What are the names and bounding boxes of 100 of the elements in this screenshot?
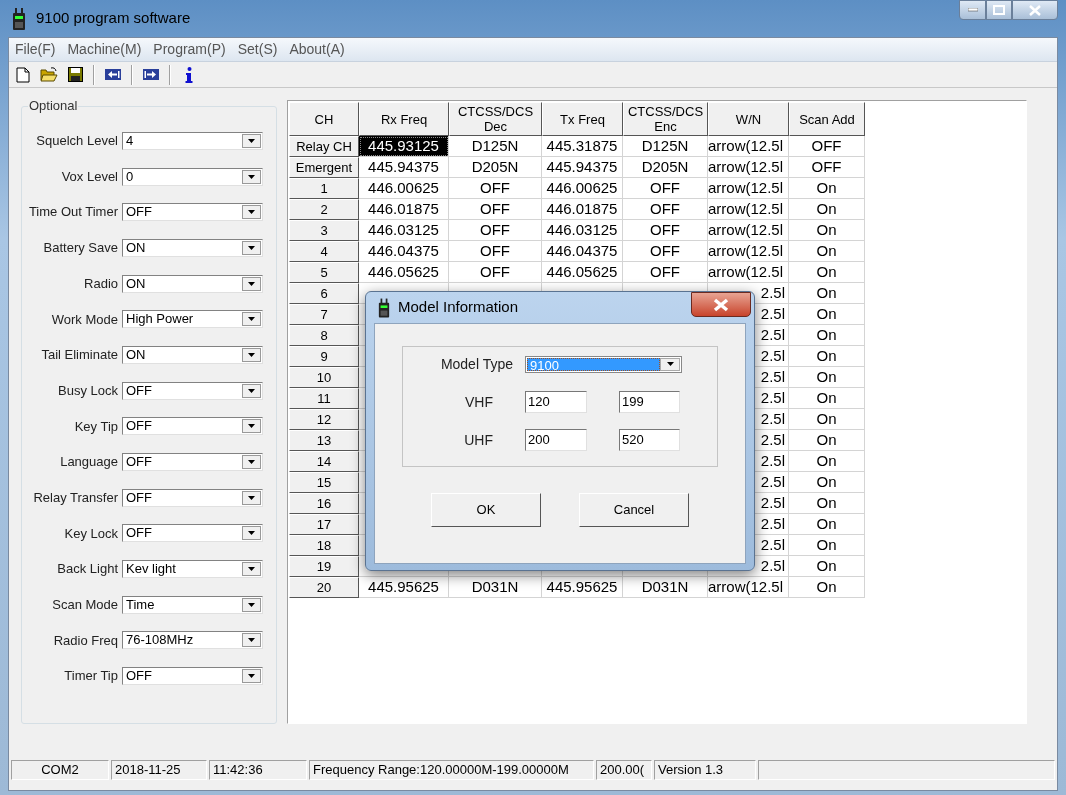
dropdown-value: 0 (125, 169, 135, 184)
option-dropdown[interactable]: Kev light (122, 560, 263, 579)
column-header[interactable]: CTCSS/DCS Dec (449, 102, 542, 136)
table-cell: OFF (650, 178, 680, 198)
row-header[interactable]: 16 (289, 493, 359, 514)
table-cell: 2.5l (760, 535, 785, 555)
option-dropdown[interactable]: High Power (122, 310, 263, 329)
table-cell: On (816, 493, 837, 513)
table-cell: On (816, 577, 837, 597)
row-header[interactable]: 7 (289, 304, 359, 325)
column-header[interactable]: Scan Add (789, 102, 865, 136)
table-cell: On (816, 535, 837, 555)
input-field[interactable]: 200 (525, 429, 587, 451)
option-dropdown[interactable]: OFF (122, 203, 263, 222)
option-dropdown[interactable]: 0 (122, 167, 263, 186)
close-button[interactable] (691, 292, 751, 317)
dropdown-value: OFF (125, 526, 153, 541)
close-icon (713, 297, 729, 312)
table-cell: On (816, 430, 837, 450)
field-label: UHF (463, 430, 493, 450)
dropdown-value: OFF (125, 490, 153, 505)
option-dropdown[interactable]: OFF (122, 524, 263, 543)
table-cell: arrow(12.5l (708, 136, 784, 156)
table-cell: On (816, 241, 837, 261)
table-cell: 2.5l (760, 430, 785, 450)
table-cell: 2.5l (760, 388, 785, 408)
table-cell: OFF (480, 241, 510, 261)
field-label: Time Out Timer (27, 203, 118, 222)
option-dropdown[interactable]: OFF (122, 381, 263, 400)
table-cell: 445.95625 (546, 577, 618, 597)
dialog-button[interactable]: OK (431, 493, 541, 527)
new-file-icon (16, 66, 30, 83)
menu-item[interactable]: Program(P) (153, 39, 226, 60)
menu-item[interactable]: File(F) (15, 39, 56, 60)
table-cell: arrow(12.5l (708, 262, 784, 282)
field-label: Timer Tip (63, 667, 118, 686)
dropdown-value: OFF (125, 455, 153, 470)
table-cell: 446.00625 (368, 178, 439, 198)
table-cell: OFF (650, 220, 680, 240)
option-dropdown[interactable]: OFF (122, 417, 263, 436)
dropdown-value: 9100 (527, 357, 660, 371)
input-field[interactable]: 520 (619, 429, 680, 451)
option-dropdown[interactable]: 76-108MHz (122, 631, 263, 650)
column-header[interactable]: CH (289, 102, 359, 136)
row-header[interactable]: 9 (289, 346, 359, 367)
row-header[interactable]: 3 (289, 220, 359, 241)
row-header[interactable]: 8 (289, 325, 359, 346)
row-header[interactable]: 18 (289, 535, 359, 556)
field-label: VHF (464, 392, 493, 412)
input-field[interactable]: 199 (619, 391, 680, 413)
row-header[interactable]: 17 (289, 514, 359, 535)
column-header[interactable]: W/N (708, 102, 789, 136)
field-label: Key Tip (73, 417, 118, 436)
status-panel: Version 1.3 (654, 760, 756, 780)
table-cell: 446.03125 (546, 220, 618, 240)
maximize-button[interactable] (986, 0, 1012, 20)
row-header[interactable]: 6 (289, 283, 359, 304)
minimize-button[interactable] (959, 0, 986, 20)
option-dropdown[interactable]: OFF (122, 667, 263, 686)
column-header[interactable]: Rx Freq (359, 102, 449, 136)
column-header[interactable]: Tx Freq (542, 102, 623, 136)
dropdown-value: High Power (125, 312, 195, 327)
menu-item[interactable]: About(A) (289, 39, 345, 60)
row-header[interactable]: 12 (289, 409, 359, 430)
row-header[interactable]: Relay CH (289, 136, 359, 157)
column-header[interactable]: CTCSS/DCS Enc (623, 102, 708, 136)
toolbar-button[interactable] (13, 64, 33, 85)
row-header[interactable]: 11 (289, 388, 359, 409)
option-dropdown[interactable]: ON (122, 345, 263, 364)
dropdown-value: OFF (125, 205, 153, 220)
option-dropdown[interactable]: 4 (122, 131, 263, 150)
dropdown-value: 76-108MHz (125, 633, 195, 648)
row-header[interactable]: 4 (289, 241, 359, 262)
dialog-button[interactable]: Cancel (579, 493, 689, 527)
table-cell: OFF (480, 178, 510, 198)
row-header[interactable]: 1 (289, 178, 359, 199)
menu-item[interactable]: Machine(M) (67, 39, 142, 60)
row-header[interactable]: 13 (289, 430, 359, 451)
row-header[interactable]: 20 (289, 577, 359, 598)
row-header[interactable]: 14 (289, 451, 359, 472)
option-dropdown[interactable]: OFF (122, 488, 263, 507)
option-dropdown[interactable]: ON (122, 274, 263, 293)
menu-item[interactable]: Set(S) (237, 39, 278, 60)
table-cell: On (816, 199, 837, 219)
table-cell: D125N (471, 136, 519, 156)
table-cell: On (816, 178, 837, 198)
row-header[interactable]: 10 (289, 367, 359, 388)
option-dropdown[interactable]: OFF (122, 453, 263, 472)
row-header[interactable]: 19 (289, 556, 359, 577)
row-header[interactable]: 15 (289, 472, 359, 493)
dropdown-value: ON (125, 276, 147, 291)
option-dropdown[interactable]: Time (122, 595, 263, 614)
toolbar-button[interactable] (65, 64, 85, 85)
option-dropdown[interactable]: ON (122, 238, 263, 257)
row-header[interactable]: 2 (289, 199, 359, 220)
row-header[interactable]: Emergent (289, 157, 359, 178)
table-cell: 2.5l (760, 409, 785, 429)
row-header[interactable]: 5 (289, 262, 359, 283)
table-cell: 2.5l (760, 325, 785, 345)
input-field[interactable]: 120 (525, 391, 587, 413)
